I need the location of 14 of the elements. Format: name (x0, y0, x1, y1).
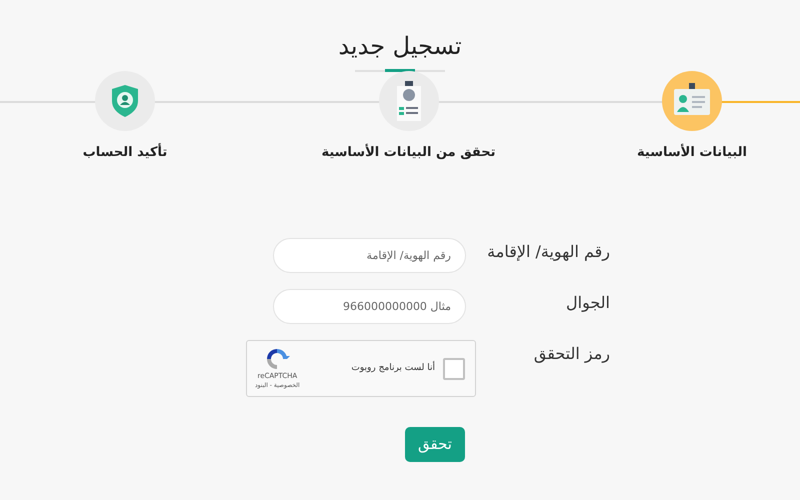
shield-user-icon (112, 85, 138, 117)
step-label: تحقق من البيانات الأساسية (321, 143, 496, 162)
badge-icon (394, 81, 422, 121)
field-label: رمز التحقق (532, 343, 610, 365)
field-label: الجوال (565, 292, 610, 314)
checkbox-label: أنا لست برنامج روبوت (351, 362, 435, 375)
checkbox[interactable] (443, 358, 465, 380)
input-field[interactable]: مثال 966000000000 (273, 289, 466, 324)
page-title: تسجيل جديد (338, 31, 462, 62)
recaptcha-logo-icon (264, 346, 290, 371)
field-label: رقم الهوية/ الإقامة (486, 241, 610, 263)
input-field[interactable]: رقم الهوية/ الإقامة (273, 238, 466, 273)
step-label: البيانات الأساسية (637, 143, 747, 162)
step-label: تأكيد الحساب (82, 143, 168, 162)
